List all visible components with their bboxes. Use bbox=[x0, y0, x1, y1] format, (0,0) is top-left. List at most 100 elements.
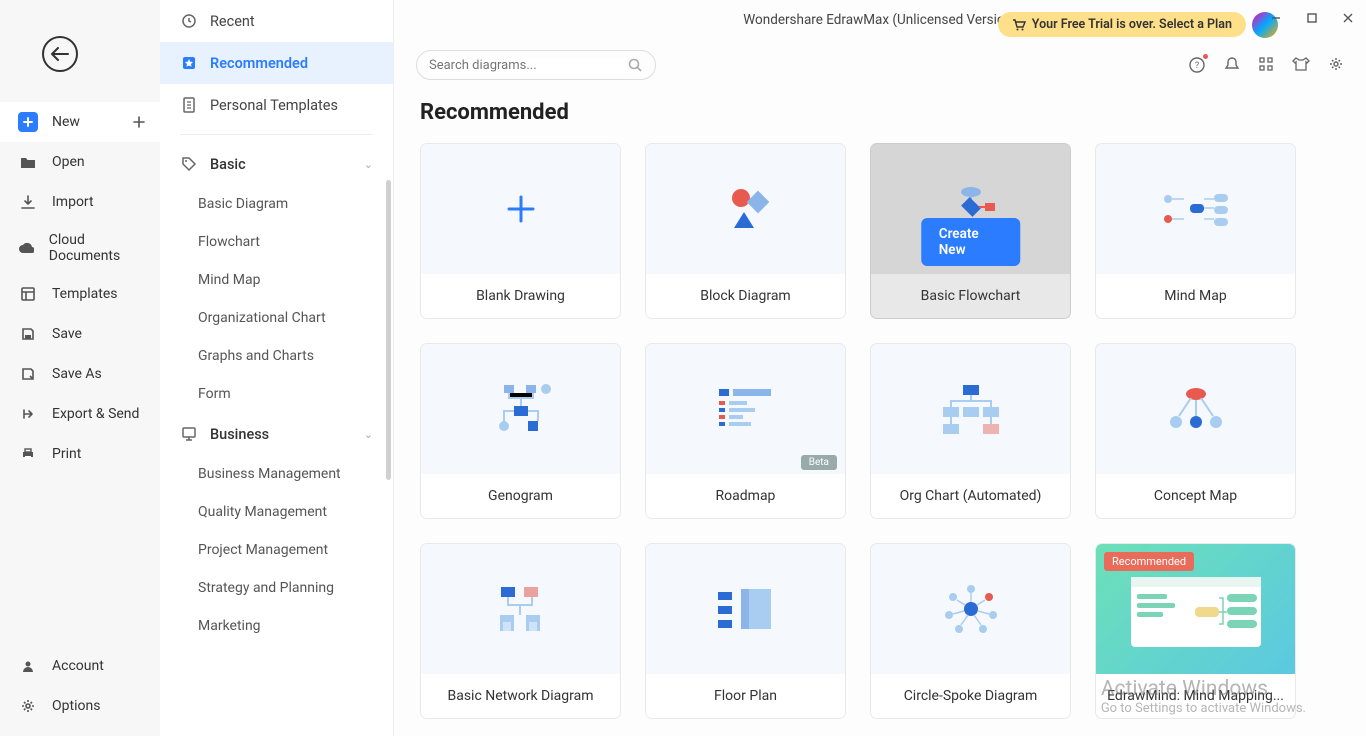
sidebar-basic-diagram[interactable]: Basic Diagram bbox=[160, 185, 393, 223]
sidebar-quality-management[interactable]: Quality Management bbox=[160, 493, 393, 531]
save-as-icon bbox=[18, 364, 38, 384]
tag-icon bbox=[180, 155, 198, 173]
maximize-button[interactable] bbox=[1294, 0, 1330, 36]
nav-save[interactable]: Save bbox=[0, 314, 160, 354]
save-icon bbox=[18, 324, 38, 344]
sidebar-mind-map[interactable]: Mind Map bbox=[160, 261, 393, 299]
template-card[interactable]: Block Diagram bbox=[645, 143, 846, 319]
nav-open[interactable]: Open bbox=[0, 142, 160, 182]
sidebar-section-business[interactable]: Business ⌄ bbox=[160, 413, 393, 455]
card-label: Mind Map bbox=[1096, 274, 1295, 318]
bell-icon[interactable] bbox=[1224, 56, 1240, 74]
sidebar-label: Basic bbox=[210, 156, 246, 173]
card-thumbnail bbox=[421, 144, 620, 274]
sidebar-project-management[interactable]: Project Management bbox=[160, 531, 393, 569]
promo-tag: Recommended bbox=[1104, 552, 1194, 571]
template-card[interactable]: Circle-Spoke Diagram bbox=[870, 543, 1071, 719]
card-label: Genogram bbox=[421, 474, 620, 518]
primary-sidebar: New Open Import Cloud Documents Template… bbox=[0, 0, 160, 736]
template-card[interactable]: Org Chart (Automated) bbox=[870, 343, 1071, 519]
sidebar-organizational-chart[interactable]: Organizational Chart bbox=[160, 299, 393, 337]
sidebar-graphs-charts[interactable]: Graphs and Charts bbox=[160, 337, 393, 375]
sidebar-form[interactable]: Form bbox=[160, 375, 393, 413]
create-new-button[interactable]: Create New bbox=[921, 218, 1021, 266]
nav-account[interactable]: Account bbox=[0, 646, 160, 686]
nav-label: Account bbox=[52, 658, 104, 674]
template-card[interactable]: Blank Drawing bbox=[420, 143, 621, 319]
nav-label: Save As bbox=[52, 366, 102, 382]
search-input[interactable] bbox=[429, 58, 627, 73]
sidebar-label: Recommended bbox=[210, 55, 308, 72]
card-thumbnail bbox=[1096, 344, 1295, 474]
apps-icon[interactable] bbox=[1258, 56, 1274, 74]
templates-icon bbox=[18, 284, 38, 304]
nav-label: Templates bbox=[52, 286, 118, 302]
template-card[interactable]: Create NewBasic Flowchart bbox=[870, 143, 1071, 319]
shirt-icon[interactable] bbox=[1292, 56, 1310, 74]
plus-square-icon bbox=[18, 112, 38, 132]
card-label: EdrawMind: Mind Mapping... bbox=[1096, 674, 1295, 718]
nav-export[interactable]: Export & Send bbox=[0, 394, 160, 434]
card-thumbnail bbox=[646, 544, 845, 674]
nav-label: Options bbox=[52, 698, 100, 714]
cart-icon bbox=[1012, 19, 1026, 31]
search-box[interactable] bbox=[416, 50, 656, 80]
sidebar-label: Personal Templates bbox=[210, 97, 338, 114]
template-card[interactable]: Recommended EdrawMind: Mind Mapping... bbox=[1095, 543, 1296, 719]
app-title: Wondershare EdrawMax (Unlicensed Version… bbox=[743, 12, 1016, 28]
export-icon bbox=[18, 404, 38, 424]
settings-icon[interactable] bbox=[1328, 56, 1344, 74]
cloud-icon bbox=[18, 238, 35, 258]
trial-banner[interactable]: Your Free Trial is over. Select a Plan bbox=[998, 12, 1246, 37]
presentation-icon bbox=[180, 425, 198, 443]
nav-new[interactable]: New bbox=[0, 102, 160, 142]
template-card[interactable]: Mind Map bbox=[1095, 143, 1296, 319]
card-label: Concept Map bbox=[1096, 474, 1295, 518]
card-thumbnail bbox=[1096, 144, 1295, 274]
help-icon[interactable]: ? bbox=[1188, 56, 1206, 74]
template-card[interactable]: Floor Plan bbox=[645, 543, 846, 719]
svg-text:?: ? bbox=[1195, 61, 1199, 71]
print-icon bbox=[18, 444, 38, 464]
chevron-down-icon: ⌄ bbox=[364, 428, 373, 441]
template-card[interactable]: BetaRoadmap bbox=[645, 343, 846, 519]
nav-save-as[interactable]: Save As bbox=[0, 354, 160, 394]
nav-label: Open bbox=[52, 154, 85, 170]
search-icon[interactable] bbox=[627, 57, 643, 73]
nav-label: Print bbox=[52, 446, 81, 462]
card-thumbnail bbox=[871, 344, 1070, 474]
sidebar-marketing[interactable]: Marketing bbox=[160, 607, 393, 645]
card-label: Block Diagram bbox=[646, 274, 845, 318]
nav-templates[interactable]: Templates bbox=[0, 274, 160, 314]
sidebar-recommended[interactable]: Recommended bbox=[160, 42, 393, 84]
nav-label: Save bbox=[52, 326, 82, 342]
sidebar-business-management[interactable]: Business Management bbox=[160, 455, 393, 493]
card-thumbnail bbox=[421, 344, 620, 474]
sidebar-strategy-planning[interactable]: Strategy and Planning bbox=[160, 569, 393, 607]
nav-label: Import bbox=[52, 194, 94, 210]
cards-grid: Blank DrawingBlock DiagramCreate NewBasi… bbox=[420, 143, 1340, 719]
section-title: Recommended bbox=[420, 100, 1340, 125]
template-card[interactable]: Concept Map bbox=[1095, 343, 1296, 519]
sidebar-recent[interactable]: Recent bbox=[160, 0, 393, 42]
card-label: Basic Network Diagram bbox=[421, 674, 620, 718]
main-area: Wondershare EdrawMax (Unlicensed Version… bbox=[394, 0, 1366, 736]
scrollbar-thumb[interactable] bbox=[386, 180, 391, 480]
template-card[interactable]: Genogram bbox=[420, 343, 621, 519]
add-icon[interactable] bbox=[132, 115, 146, 129]
template-card[interactable]: Basic Network Diagram bbox=[420, 543, 621, 719]
back-button[interactable] bbox=[42, 36, 78, 72]
card-thumbnail bbox=[646, 144, 845, 274]
card-label: Org Chart (Automated) bbox=[871, 474, 1070, 518]
nav-options[interactable]: Options bbox=[0, 686, 160, 726]
beta-badge: Beta bbox=[801, 455, 837, 470]
sidebar-personal-templates[interactable]: Personal Templates bbox=[160, 84, 393, 126]
close-button[interactable] bbox=[1330, 0, 1366, 36]
nav-import[interactable]: Import bbox=[0, 182, 160, 222]
minimize-button[interactable] bbox=[1258, 0, 1294, 36]
sidebar-section-basic[interactable]: Basic ⌄ bbox=[160, 143, 393, 185]
sidebar-flowchart[interactable]: Flowchart bbox=[160, 223, 393, 261]
nav-cloud-documents[interactable]: Cloud Documents bbox=[0, 222, 160, 274]
import-icon bbox=[18, 192, 38, 212]
nav-print[interactable]: Print bbox=[0, 434, 160, 474]
